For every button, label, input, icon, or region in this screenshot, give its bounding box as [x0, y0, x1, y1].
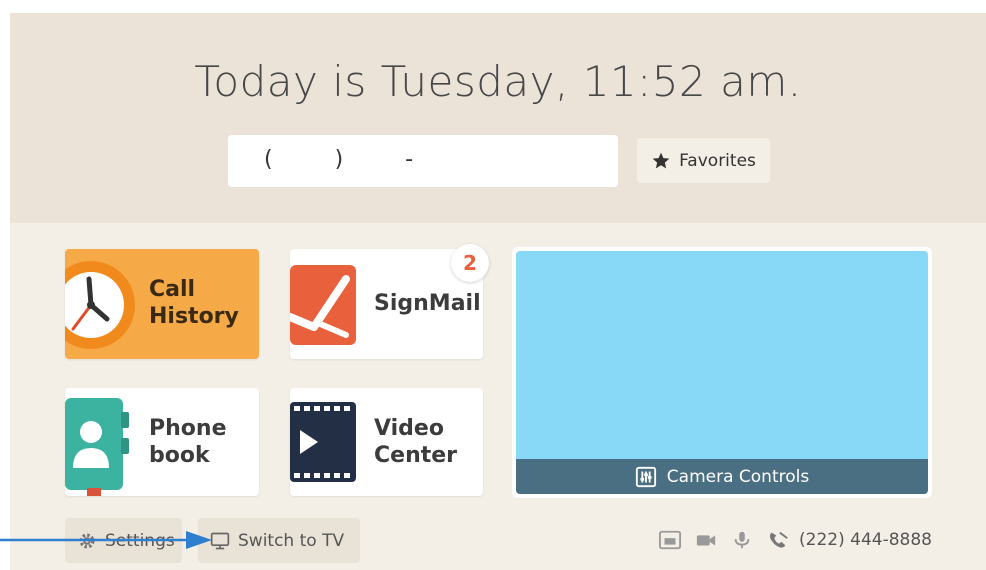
phone-muted-icon — [769, 531, 788, 548]
camera-preview-area: Camera Controls — [516, 251, 928, 494]
header-panel: Today is Tuesday, 11:52 am. ( ) - Favori… — [10, 13, 986, 223]
status-bar: (222) 444-8888 — [659, 530, 932, 550]
home-screen: Today is Tuesday, 11:52 am. ( ) - Favori… — [10, 13, 986, 570]
video-center-tile[interactable]: Video Center — [290, 388, 483, 496]
phone-number: (222) 444-8888 — [799, 530, 932, 550]
signmail-icon — [290, 265, 356, 345]
network-icon — [659, 530, 682, 550]
camera-controls-button[interactable]: Camera Controls — [516, 459, 928, 494]
clock-icon — [65, 261, 135, 349]
favorites-label: Favorites — [679, 150, 756, 171]
dial-mask: ( ) - — [264, 147, 414, 172]
switch-to-tv-button[interactable]: Switch to TV — [198, 518, 360, 563]
page-title: Today is Tuesday, 11:52 am. — [194, 57, 802, 106]
star-icon — [652, 152, 670, 168]
video-center-label: Video Center — [374, 416, 458, 468]
switch-to-tv-label: Switch to TV — [238, 530, 345, 551]
film-icon — [290, 402, 356, 482]
sliders-icon — [635, 466, 656, 487]
signmail-label: SignMail — [374, 291, 481, 316]
phonebook-label: Phone book — [149, 416, 227, 468]
dial-input[interactable]: ( ) - — [228, 135, 618, 187]
camera-preview: Camera Controls — [512, 247, 932, 498]
annotation-arrow — [0, 531, 212, 549]
camera-controls-label: Camera Controls — [666, 466, 810, 487]
favorites-button[interactable]: Favorites — [637, 138, 770, 183]
signmail-count-badge: 2 — [451, 244, 489, 282]
call-history-tile[interactable]: Call History — [65, 249, 259, 359]
phonebook-tile[interactable]: Phone book — [65, 388, 259, 496]
camera-icon — [696, 535, 716, 546]
call-history-label: Call History — [149, 277, 239, 329]
contact-book-icon — [65, 398, 129, 496]
microphone-icon — [734, 531, 750, 549]
